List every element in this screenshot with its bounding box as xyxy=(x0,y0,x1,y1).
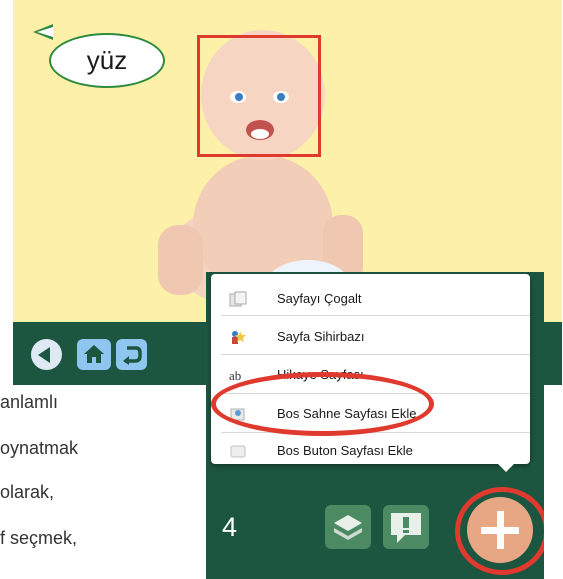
menu-item-duplicate-page[interactable]: Sayfayı Çogalt xyxy=(211,282,530,316)
menu-item-add-button-page[interactable]: Bos Buton Sayfası Ekle xyxy=(211,434,530,468)
exclamation-icon xyxy=(391,513,421,543)
button-page-icon xyxy=(230,445,246,458)
undo-button[interactable] xyxy=(116,339,147,370)
popup-menu: Sayfayı Çogalt Sayfa Sihirbazı ab Hikaye… xyxy=(211,274,530,464)
home-button[interactable] xyxy=(77,339,111,370)
menu-arrow xyxy=(496,462,516,472)
add-button-highlight-ring xyxy=(455,487,544,575)
info-button[interactable] xyxy=(383,505,429,549)
layers-button[interactable] xyxy=(325,505,371,549)
paragraph-line: anlamlı xyxy=(0,392,59,412)
popup-screenshot: Sayfayı Çogalt Sayfa Sihirbazı ab Hikaye… xyxy=(206,272,544,579)
wizard-icon xyxy=(232,331,246,344)
menu-divider xyxy=(221,315,530,316)
paragraph-line: oynatmak xyxy=(0,438,79,458)
svg-text:ab: ab xyxy=(229,368,241,383)
copy-icon xyxy=(229,291,247,307)
paragraph-line: f seçmek, xyxy=(0,528,78,548)
undo-icon xyxy=(123,346,142,365)
page-number: 4 xyxy=(222,512,238,542)
layers-icon xyxy=(334,515,362,540)
menu-divider xyxy=(221,354,530,355)
back-button[interactable] xyxy=(31,339,62,370)
menu-item-page-wizard[interactable]: Sayfa Sihirbazı xyxy=(211,320,530,354)
menu-highlight-oval xyxy=(211,372,434,436)
paragraph-line: olarak, xyxy=(0,482,55,502)
face-highlight-box xyxy=(197,35,321,157)
home-icon xyxy=(84,345,104,363)
